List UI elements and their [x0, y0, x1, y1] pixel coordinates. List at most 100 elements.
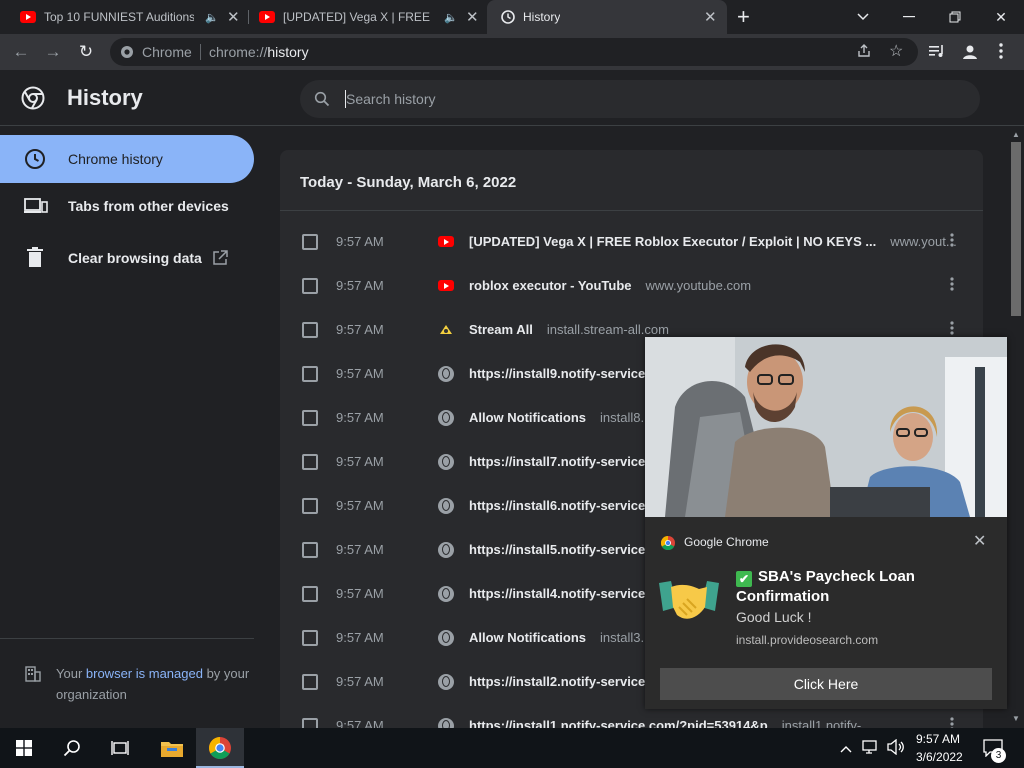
- forward-button[interactable]: →: [40, 39, 66, 65]
- row-title-link[interactable]: https://install9.notify-service.c: [469, 366, 656, 381]
- row-checkbox[interactable]: [302, 410, 318, 426]
- row-domain: install3.n: [600, 630, 652, 645]
- row-time: 9:57 AM: [336, 410, 384, 425]
- row-title-link[interactable]: Allow Notifications install8.n: [469, 410, 651, 425]
- row-time: 9:57 AM: [336, 322, 384, 337]
- taskbar-clock-date[interactable]: 3/6/2022: [916, 750, 963, 764]
- globe-icon: [438, 630, 454, 646]
- taskbar-chrome-button[interactable]: [196, 728, 244, 768]
- url-path: history: [267, 44, 309, 60]
- row-checkbox[interactable]: [302, 322, 318, 338]
- history-header: History Search history: [0, 70, 1024, 126]
- row-title-link[interactable]: Allow Notifications install3.n: [469, 630, 651, 645]
- row-title-text: https://install2.notify-service.c: [469, 674, 657, 689]
- notification-hero-image: [645, 337, 1007, 517]
- reload-button[interactable]: ↻: [73, 39, 99, 65]
- clock-icon: [24, 148, 46, 173]
- scroll-down-arrow-icon[interactable]: ▼: [1012, 714, 1020, 723]
- taskbar-search-icon[interactable]: [48, 728, 96, 768]
- search-history-input[interactable]: Search history: [300, 80, 980, 118]
- network-icon[interactable]: [862, 739, 880, 760]
- windows-taskbar: 9:57 AM 3/6/2022 3: [0, 728, 1024, 768]
- media-control-icon[interactable]: [928, 43, 946, 64]
- bookmark-star-icon[interactable]: ☆: [889, 41, 903, 61]
- row-checkbox[interactable]: [302, 454, 318, 470]
- minimize-button[interactable]: [886, 0, 932, 34]
- row-title-link[interactable]: https://install2.notify-service.c: [469, 674, 656, 689]
- row-checkbox[interactable]: [302, 542, 318, 558]
- globe-icon: [438, 542, 454, 558]
- sidebar-item-label: Clear browsing data: [68, 250, 202, 266]
- row-checkbox[interactable]: [302, 498, 318, 514]
- scrollbar-thumb[interactable]: [1011, 142, 1021, 316]
- row-time: 9:57 AM: [336, 234, 384, 249]
- close-tab-icon[interactable]: ✕: [704, 8, 717, 26]
- close-tab-icon[interactable]: ✕: [227, 8, 240, 26]
- row-title-text: roblox executor - YouTube: [469, 278, 632, 293]
- share-icon[interactable]: [856, 43, 872, 64]
- browser-toolbar: ← → ↻ Chrome chrome://history ☆: [0, 34, 1024, 70]
- volume-icon[interactable]: [887, 738, 905, 760]
- managed-browser-notice: Your browser is managed by your organiza…: [0, 638, 254, 705]
- tab-top-10-funniest[interactable]: Top 10 FUNNIEST Auditions 🔈 ✕: [0, 0, 248, 34]
- youtube-icon: [259, 11, 275, 23]
- tab-history[interactable]: History ✕: [487, 0, 727, 34]
- speaker-icon[interactable]: 🔈: [444, 11, 458, 24]
- row-checkbox[interactable]: [302, 366, 318, 382]
- address-bar[interactable]: Chrome chrome://history ☆: [110, 38, 918, 66]
- sidebar-item-clear-browsing-data[interactable]: Clear browsing data: [0, 234, 254, 282]
- sidebar-item-tabs-other-devices[interactable]: Tabs from other devices: [0, 182, 254, 230]
- row-title-link[interactable]: [UPDATED] Vega X | FREE Roblox Executor …: [469, 234, 957, 249]
- back-button[interactable]: ←: [8, 39, 34, 65]
- browser-managed-link[interactable]: browser is managed: [86, 666, 203, 681]
- row-title-link[interactable]: https://install5.notify-service.c: [469, 542, 656, 557]
- notification-title-text: SBA's Paycheck Loan Confirmation: [736, 568, 915, 605]
- row-title-link[interactable]: https://install4.notify-service.c: [469, 586, 656, 601]
- row-more-actions-icon[interactable]: [946, 276, 958, 292]
- row-time: 9:57 AM: [336, 454, 384, 469]
- row-checkbox[interactable]: [302, 630, 318, 646]
- sidebar-item-chrome-history[interactable]: Chrome history: [0, 135, 254, 183]
- chrome-notification-toast[interactable]: Google Chrome ✕ ✔ SBA's Paycheck Loan Con…: [645, 337, 1007, 709]
- tab-vega-x[interactable]: [UPDATED] Vega X | FREE Ro 🔈 ✕: [239, 0, 487, 34]
- menu-dots-icon[interactable]: [999, 43, 1003, 64]
- card-divider: [280, 210, 983, 211]
- date-heading: Today - Sunday, March 6, 2022: [300, 174, 517, 191]
- windows-start-icon[interactable]: [0, 728, 48, 768]
- notification-close-icon[interactable]: ✕: [973, 531, 986, 551]
- scroll-up-arrow-icon[interactable]: ▲: [1012, 130, 1020, 139]
- row-checkbox[interactable]: [302, 586, 318, 602]
- search-placeholder: Search history: [346, 91, 436, 107]
- close-window-button[interactable]: ✕: [978, 0, 1024, 34]
- file-explorer-icon[interactable]: [148, 728, 196, 768]
- show-hidden-icons-chevron-icon[interactable]: [840, 740, 852, 758]
- row-more-actions-icon[interactable]: [946, 320, 958, 336]
- row-title-text: https://install9.notify-service.c: [469, 366, 657, 381]
- globe-icon: [438, 586, 454, 602]
- row-checkbox[interactable]: [302, 674, 318, 690]
- restore-button[interactable]: [932, 0, 978, 34]
- row-title-link[interactable]: https://install6.notify-service.c: [469, 498, 656, 513]
- row-title-link[interactable]: roblox executor - YouTube www.youtube.com: [469, 278, 751, 293]
- globe-icon: [438, 410, 454, 426]
- row-title-link[interactable]: https://install7.notify-service.c: [469, 454, 656, 469]
- profile-avatar-icon[interactable]: [960, 42, 980, 67]
- history-row[interactable]: 9:57 AM roblox executor - YouTube www.yout…: [280, 264, 983, 308]
- globe-icon: [438, 454, 454, 470]
- task-view-icon[interactable]: [96, 728, 144, 768]
- close-tab-icon[interactable]: ✕: [466, 8, 479, 26]
- row-more-actions-icon[interactable]: [946, 232, 958, 248]
- row-title-link[interactable]: Stream All install.stream-all.com: [469, 322, 669, 337]
- sidebar-item-label: Chrome history: [68, 151, 163, 167]
- speaker-icon[interactable]: 🔈: [205, 11, 219, 24]
- row-title-text: https://install4.notify-service.c: [469, 586, 657, 601]
- history-row[interactable]: 9:57 AM [UPDATED] Vega X | FREE Roblox Ex…: [280, 220, 983, 264]
- taskbar-clock-time[interactable]: 9:57 AM: [916, 732, 960, 746]
- click-here-button[interactable]: Click Here: [660, 668, 992, 700]
- chrome-app-icon: [660, 535, 675, 555]
- tab-search-icon[interactable]: [840, 0, 886, 34]
- new-tab-button[interactable]: +: [737, 4, 750, 30]
- row-checkbox[interactable]: [302, 234, 318, 250]
- devices-icon: [24, 197, 48, 218]
- row-checkbox[interactable]: [302, 278, 318, 294]
